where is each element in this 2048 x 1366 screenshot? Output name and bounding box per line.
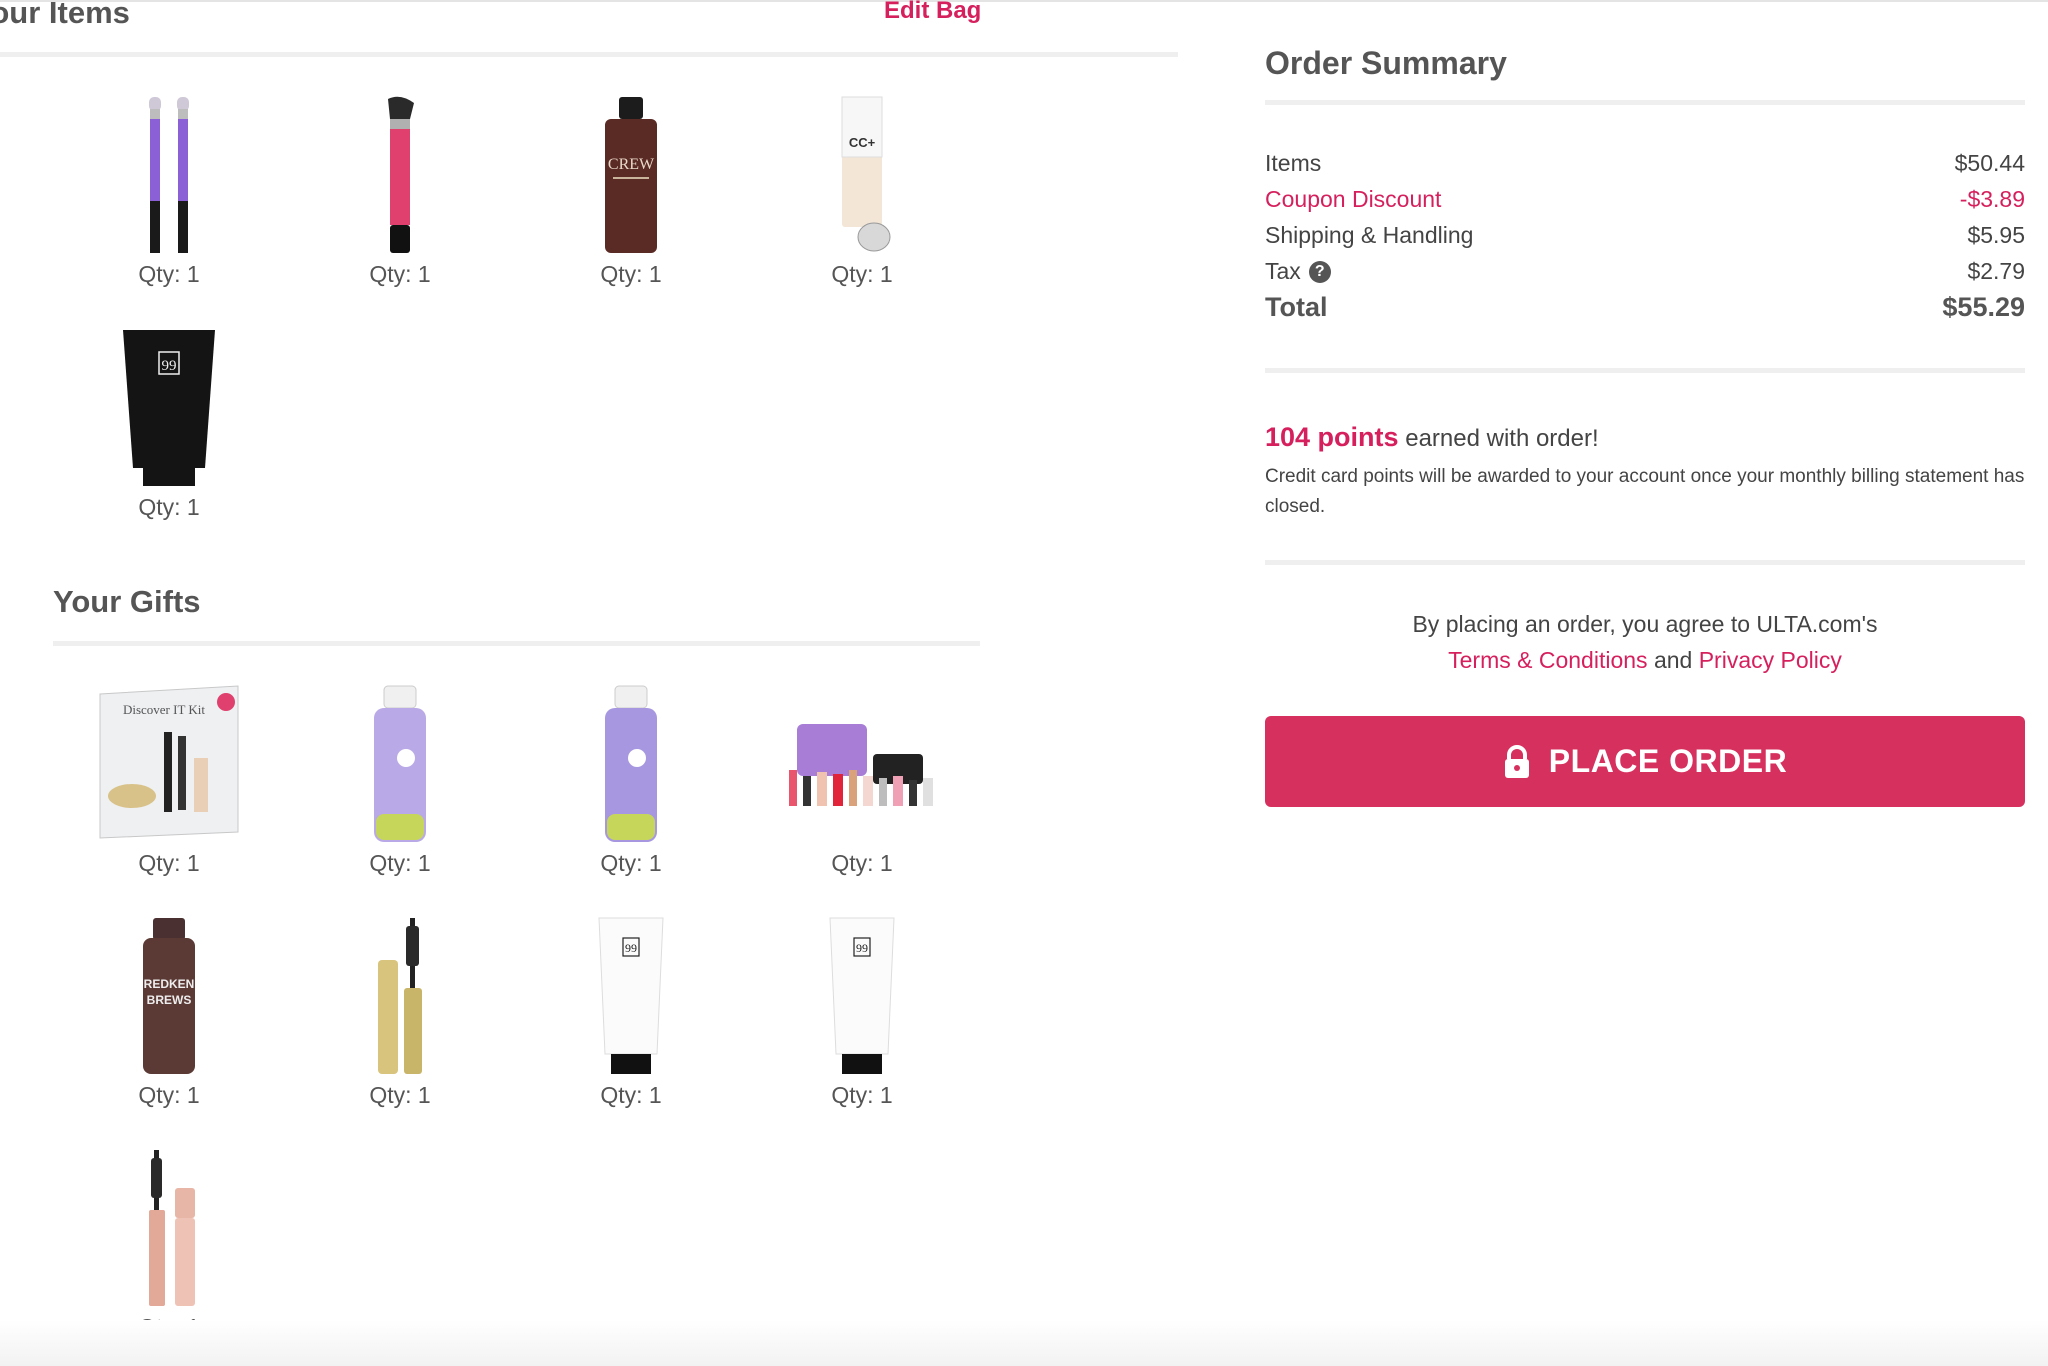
beauty-bag-collection-icon [789, 724, 933, 806]
points-earned-text: earned with order! [1398, 425, 1599, 452]
house-99-tube-icon: 99 [123, 330, 215, 486]
redken-brews-bottle-icon: REDKEN BREWS [143, 918, 195, 1074]
gift-card[interactable]: Qty: 1 [300, 684, 500, 876]
rewards-points: 104 points earned with order! [1265, 422, 1599, 453]
item-card[interactable]: CC+ Qty: 1 [762, 95, 962, 287]
svg-text:99: 99 [162, 358, 177, 374]
gift-qty: Qty: 1 [831, 850, 893, 876]
coupon-value: -$3.89 [1959, 186, 2025, 212]
biolage-bottle-icon [605, 685, 657, 842]
gold-mascara-icon [378, 918, 422, 1074]
gift-card[interactable]: Qty: 1 [300, 916, 500, 1108]
place-order-label: PLACE ORDER [1548, 743, 1788, 779]
tax-value: $2.79 [1967, 258, 2025, 284]
items-row: Items $50.44 [1265, 150, 2025, 177]
lock-icon [1504, 744, 1529, 778]
item-card[interactable]: Qty: 1 [69, 95, 269, 287]
gift-qty: Qty: 1 [600, 850, 662, 876]
discover-it-kit-box-icon: Discover IT Kit [99, 685, 239, 839]
your-items-heading: Your Items [0, 0, 130, 30]
and-text: and [1653, 647, 1693, 673]
svg-text:BREWS: BREWS [147, 993, 192, 1007]
terms-link[interactable]: Terms & Conditions [1448, 647, 1647, 673]
agreement-text: By placing an order, you agree to ULTA.c… [1412, 611, 1878, 637]
house-99-white-tube-icon: 99 [829, 917, 895, 1074]
summary-divider [1265, 560, 2025, 565]
item-card[interactable]: Qty: 1 [300, 95, 500, 287]
item-qty: Qty: 1 [138, 494, 200, 520]
rose-gold-mascara-icon [149, 1150, 195, 1306]
svg-text:CREW: CREW [608, 156, 655, 173]
gift-card[interactable]: Discover IT Kit Qty: 1 [69, 684, 269, 876]
total-row: Total $55.29 [1265, 292, 2025, 323]
place-order-button[interactable]: PLACE ORDER [1265, 716, 2025, 807]
gift-qty: Qty: 1 [138, 1082, 200, 1108]
gift-qty: Qty: 1 [369, 1082, 431, 1108]
order-agreement: By placing an order, you agree to ULTA.c… [1265, 606, 2025, 678]
house-99-white-tube-icon: 99 [598, 917, 664, 1074]
pink-foundation-brush-icon [388, 96, 414, 253]
shipping-row: Shipping & Handling $5.95 [1265, 222, 2025, 249]
items-value: $50.44 [1954, 150, 2025, 176]
svg-text:99: 99 [856, 941, 868, 955]
item-qty: Qty: 1 [138, 261, 200, 287]
total-value: $55.29 [1942, 292, 2025, 322]
points-amount: 104 points [1265, 422, 1399, 452]
tax-label: Tax [1265, 258, 1301, 284]
items-divider [0, 52, 1178, 57]
svg-text:CC+: CC+ [849, 135, 876, 150]
item-qty: Qty: 1 [369, 261, 431, 287]
biolage-bottle-icon [374, 685, 426, 842]
gift-qty: Qty: 1 [138, 850, 200, 876]
your-gifts-heading: Your Gifts [53, 584, 201, 619]
makeup-brush-pair-icon [149, 97, 189, 253]
gift-qty: Qty: 1 [600, 1082, 662, 1108]
bottom-shade [0, 1320, 2048, 1366]
item-card[interactable]: CREW Qty: 1 [531, 95, 731, 287]
shipping-label: Shipping & Handling [1265, 222, 1474, 248]
top-divider [0, 0, 2048, 2]
edit-bag-link[interactable]: Edit Bag [884, 0, 981, 25]
gift-card[interactable]: 99 Qty: 1 [531, 916, 731, 1108]
svg-text:REDKEN: REDKEN [144, 977, 195, 991]
gift-card[interactable]: REDKEN BREWS Qty: 1 [69, 916, 269, 1108]
item-qty: Qty: 1 [600, 261, 662, 287]
summary-divider [1265, 100, 2025, 105]
item-card[interactable]: 99 Qty: 1 [69, 328, 269, 520]
privacy-link[interactable]: Privacy Policy [1699, 647, 1842, 673]
gift-card[interactable]: Qty: 1 [762, 684, 962, 876]
cc-cream-tube-icon: CC+ [841, 96, 891, 252]
gift-qty: Qty: 1 [831, 1082, 893, 1108]
agreement-links: Terms & Conditions and Privacy Policy [1265, 642, 2025, 678]
item-qty: Qty: 1 [831, 261, 893, 287]
order-summary-heading: Order Summary [1265, 45, 1507, 81]
american-crew-shampoo-bottle-icon: CREW [605, 97, 657, 253]
coupon-label: Coupon Discount [1265, 186, 1442, 212]
gift-card[interactable]: 99 Qty: 1 [762, 916, 962, 1108]
svg-text:99: 99 [625, 941, 637, 955]
items-label: Items [1265, 150, 1322, 176]
total-label: Total [1265, 292, 1328, 322]
points-note: Credit card points will be awarded to yo… [1265, 466, 2025, 517]
gifts-divider [53, 641, 980, 646]
shipping-value: $5.95 [1967, 222, 2025, 248]
gift-card[interactable]: Qty: 1 [69, 1148, 269, 1340]
gift-qty: Qty: 1 [369, 850, 431, 876]
coupon-row: Coupon Discount -$3.89 [1265, 186, 2025, 213]
tax-row: Tax ? $2.79 [1265, 258, 2025, 285]
tax-label-group: Tax ? [1265, 258, 1331, 285]
summary-divider [1265, 368, 2025, 373]
help-icon[interactable]: ? [1308, 260, 1331, 283]
gift-card[interactable]: Qty: 1 [531, 684, 731, 876]
svg-text:Discover IT Kit: Discover IT Kit [123, 702, 205, 717]
